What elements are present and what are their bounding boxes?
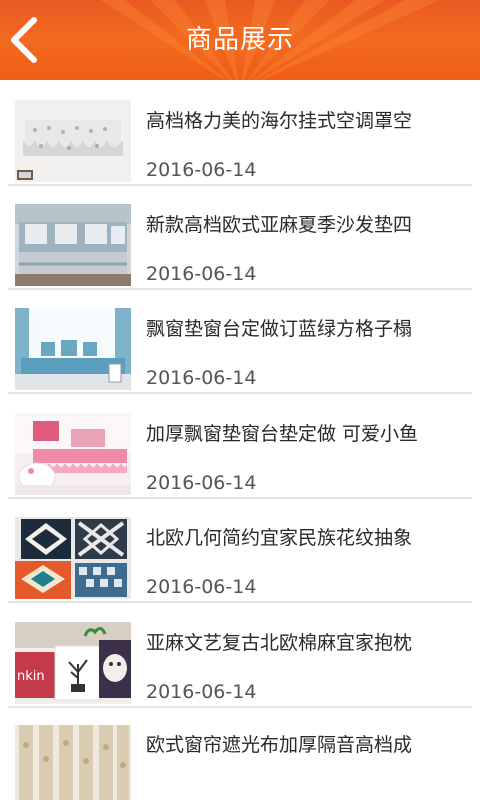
- product-date: 2016-06-14: [146, 367, 257, 389]
- product-item-6[interactable]: nkin 亚麻文艺复古北欧棉麻宜家抱枕 2016-06-14: [8, 602, 472, 708]
- product-date: 2016-06-14: [146, 159, 257, 181]
- product-name: 新款高档欧式亚麻夏季沙发垫四: [146, 214, 413, 236]
- product-name: 高档格力美的海尔挂式空调罩空: [146, 110, 413, 132]
- product-item-1[interactable]: 高档格力美的海尔挂式空调罩空 2016-06-14: [8, 80, 472, 186]
- product-date: 2016-06-14: [146, 472, 257, 494]
- product-item-5[interactable]: 北欧几何简约宜家民族花纹抽象 2016-06-14: [8, 497, 472, 603]
- product-item-2[interactable]: 新款高档欧式亚麻夏季沙发垫四 2016-06-14: [8, 184, 472, 290]
- product-name: 北欧几何简约宜家民族花纹抽象: [146, 527, 413, 549]
- product-thumbnail: [15, 100, 131, 182]
- product-thumbnail: [15, 517, 131, 599]
- product-date: 2016-06-14: [146, 263, 257, 285]
- product-thumbnail: [15, 725, 131, 800]
- pillow-print-text: nkin: [17, 669, 45, 684]
- product-name: 亚麻文艺复古北欧棉麻宜家抱枕: [146, 632, 413, 654]
- product-thumbnail: [15, 413, 131, 495]
- product-thumbnail: nkin: [15, 622, 131, 704]
- page-title: 商品展示: [185, 25, 294, 55]
- app-header: 商品展示: [0, 0, 480, 80]
- product-name: 飘窗垫窗台定做订蓝绿方格子榻: [146, 318, 413, 340]
- product-thumbnail: [15, 308, 131, 390]
- product-thumbnail: [15, 204, 131, 286]
- product-list: 高档格力美的海尔挂式空调罩空 2016-06-14 新款高档欧式亚麻夏季沙发垫四…: [0, 80, 480, 800]
- product-name: 欧式窗帘遮光布加厚隔音高档成: [146, 734, 413, 756]
- product-item-3[interactable]: 飘窗垫窗台定做订蓝绿方格子榻 2016-06-14: [8, 288, 472, 394]
- product-item-7[interactable]: 欧式窗帘遮光布加厚隔音高档成: [8, 721, 472, 800]
- product-date: 2016-06-14: [146, 576, 257, 598]
- product-date: 2016-06-14: [146, 681, 257, 703]
- product-name: 加厚飘窗垫窗台垫定做 可爱小鱼: [146, 423, 419, 445]
- product-item-4[interactable]: 加厚飘窗垫窗台垫定做 可爱小鱼 2016-06-14: [8, 393, 472, 499]
